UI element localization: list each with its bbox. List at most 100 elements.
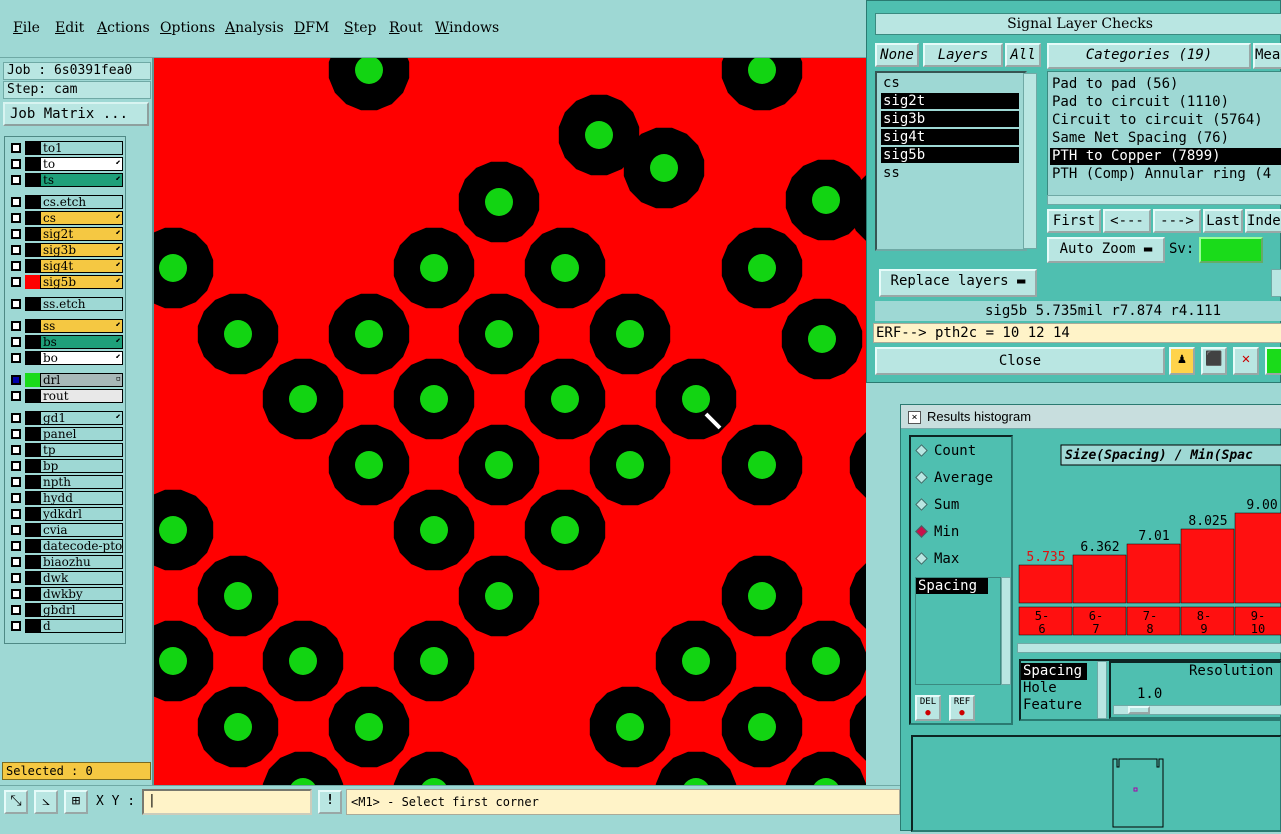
- category-item[interactable]: Same Net Spacing (76): [1050, 130, 1281, 147]
- xy-input[interactable]: |: [142, 789, 312, 815]
- resolution-slider[interactable]: [1113, 705, 1281, 715]
- layer-checkbox[interactable]: [11, 477, 21, 487]
- layer-checkbox[interactable]: [11, 353, 21, 363]
- layer-checkbox[interactable]: [11, 143, 21, 153]
- mode-max-radio[interactable]: Max: [915, 551, 959, 567]
- layer-row-bs[interactable]: bs ⬋: [7, 335, 125, 349]
- layer-checkbox[interactable]: [11, 337, 21, 347]
- measure-icon[interactable]: ⦣: [34, 790, 58, 814]
- layer-checkbox[interactable]: [11, 299, 21, 309]
- next-button[interactable]: --->: [1153, 209, 1201, 233]
- layer-row-sig3b[interactable]: sig3b ⬋: [7, 243, 125, 257]
- layer-checkbox[interactable]: [11, 509, 21, 519]
- menu-file[interactable]: File: [13, 20, 40, 36]
- grid-snap-icon[interactable]: ⊞: [64, 790, 88, 814]
- category-item[interactable]: PTH to Copper (7899): [1050, 148, 1281, 165]
- layer-list-scrollbar[interactable]: [1023, 73, 1037, 249]
- type-item-feature[interactable]: Feature: [1021, 697, 1091, 714]
- layer-row-cs.etch[interactable]: cs.etch: [7, 195, 125, 209]
- layer-row-biaozhu[interactable]: biaozhu: [7, 555, 125, 569]
- close-button[interactable]: Close: [875, 347, 1165, 375]
- zoom-fit-icon[interactable]: ⤡: [4, 790, 28, 814]
- menu-actions[interactable]: Actions: [97, 20, 150, 36]
- histogram-bar[interactable]: [1072, 554, 1127, 604]
- layer-row-gd1[interactable]: gd1 ⬋: [7, 411, 125, 425]
- category-item[interactable]: Circuit to circuit (5764): [1050, 112, 1281, 129]
- mode-min-radio[interactable]: Min: [915, 524, 959, 540]
- check-layer-sig2t[interactable]: sig2t: [881, 93, 1019, 109]
- ref-icon[interactable]: ✕: [1233, 347, 1259, 375]
- layer-row-rout[interactable]: rout: [7, 389, 125, 403]
- layer-checkbox[interactable]: [11, 197, 21, 207]
- result-list[interactable]: Spacing: [915, 577, 1001, 685]
- menu-edit[interactable]: Edit: [55, 20, 84, 36]
- layer-checkbox[interactable]: [11, 621, 21, 631]
- layers-button[interactable]: Layers: [923, 43, 1003, 67]
- layer-checkbox[interactable]: [11, 229, 21, 239]
- layer-row-ss.etch[interactable]: ss.etch: [7, 297, 125, 311]
- layer-checkbox[interactable]: [11, 589, 21, 599]
- chart-hscrollbar[interactable]: [1017, 643, 1281, 653]
- last-button[interactable]: Last: [1203, 209, 1243, 233]
- list-item[interactable]: Spacing: [916, 578, 988, 594]
- layer-checkbox[interactable]: [11, 413, 21, 423]
- replace-layers-select[interactable]: Replace layers ▬: [879, 269, 1037, 297]
- menu-options[interactable]: Options: [160, 20, 215, 36]
- category-item[interactable]: Pad to pad (56): [1050, 76, 1281, 93]
- layer-row-to1[interactable]: to1: [7, 141, 125, 155]
- del-icon[interactable]: [1271, 269, 1281, 297]
- layer-checkbox[interactable]: [11, 573, 21, 583]
- layer-row-sig2t[interactable]: sig2t ⬋: [7, 227, 125, 241]
- layer-checkbox[interactable]: [11, 429, 21, 439]
- menu-dfm[interactable]: DFM: [294, 20, 329, 36]
- prev-button[interactable]: <---: [1103, 209, 1151, 233]
- category-item[interactable]: PTH (Comp) Annular ring (4: [1050, 166, 1281, 183]
- check-layer-cs[interactable]: cs: [881, 75, 1019, 91]
- layer-row-tp[interactable]: tp: [7, 443, 125, 457]
- category-list[interactable]: Pad to pad (56) Pad to circuit (1110) Circ…: [1047, 71, 1281, 197]
- layer-row-gbdrl[interactable]: gbdrl: [7, 603, 125, 617]
- layer-checkbox[interactable]: [11, 245, 21, 255]
- layer-checkbox[interactable]: [11, 261, 21, 271]
- histogram-bar[interactable]: [1126, 543, 1181, 604]
- type-item-spacing[interactable]: Spacing: [1021, 663, 1087, 680]
- layer-row-to[interactable]: to ⬋: [7, 157, 125, 171]
- graphic-canvas[interactable]: [154, 58, 866, 785]
- layer-row-bp[interactable]: bp: [7, 459, 125, 473]
- histogram-bar[interactable]: [1180, 528, 1235, 604]
- check-layer-sig5b[interactable]: sig5b: [881, 147, 1019, 163]
- layer-row-drl[interactable]: drl ▫: [7, 373, 125, 387]
- index-button[interactable]: Inde: [1245, 209, 1281, 233]
- mode-count-radio[interactable]: Count: [915, 443, 976, 459]
- layer-row-datecode-pto[interactable]: datecode-pto: [7, 539, 125, 553]
- all-button[interactable]: All: [1005, 43, 1041, 67]
- type-scrollbar[interactable]: [1097, 661, 1107, 719]
- layer-row-ss[interactable]: ss ⬋: [7, 319, 125, 333]
- category-item[interactable]: Pad to circuit (1110): [1050, 94, 1281, 111]
- close-icon[interactable]: ×: [908, 411, 921, 424]
- layer-checkbox[interactable]: [11, 321, 21, 331]
- histogram-bar[interactable]: [1234, 512, 1281, 604]
- layer-checkbox[interactable]: [11, 525, 21, 535]
- layer-row-cvia[interactable]: cvia: [7, 523, 125, 537]
- none-button[interactable]: None: [875, 43, 919, 67]
- layer-row-d[interactable]: d: [7, 619, 125, 633]
- layer-row-sig5b[interactable]: sig5b ⬋: [7, 275, 125, 289]
- del-button[interactable]: DEL ●: [915, 695, 941, 721]
- layer-row-ts[interactable]: ts ⬋: [7, 173, 125, 187]
- type-item-hole[interactable]: Hole: [1021, 680, 1091, 697]
- sv-color-select[interactable]: [1199, 237, 1263, 263]
- layer-checkbox[interactable]: [11, 461, 21, 471]
- layer-row-sig4t[interactable]: sig4t ⬋: [7, 259, 125, 273]
- mode-sum-radio[interactable]: Sum: [915, 497, 959, 513]
- layer-checkbox[interactable]: [11, 605, 21, 615]
- green-icon[interactable]: [1265, 347, 1281, 375]
- layer-row-cs[interactable]: cs ⬋: [7, 211, 125, 225]
- categories-button[interactable]: Categories (19): [1047, 43, 1251, 69]
- layer-row-hydd[interactable]: hydd: [7, 491, 125, 505]
- layer-checkbox[interactable]: [11, 213, 21, 223]
- layer-checkbox[interactable]: [11, 175, 21, 185]
- person-icon[interactable]: ♟: [1169, 347, 1195, 375]
- layer-row-dwkby[interactable]: dwkby: [7, 587, 125, 601]
- type-list[interactable]: Spacing Hole Feature: [1021, 663, 1091, 717]
